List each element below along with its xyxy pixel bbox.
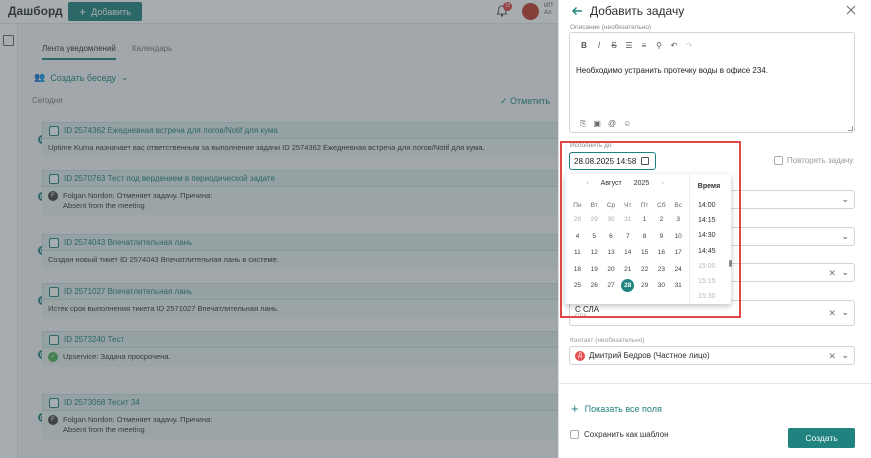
chevron-down-icon: ⌄: [841, 267, 849, 277]
redo-icon[interactable]: ↷: [685, 41, 693, 50]
panel-title: Добавить задачу: [590, 4, 685, 18]
checkbox[interactable]: [774, 156, 783, 165]
show-all-fields-label: Показать все поля: [584, 403, 662, 414]
clear-icon[interactable]: ✕: [828, 351, 836, 362]
chevron-down-icon: ⌄: [841, 231, 849, 241]
description-text[interactable]: Необходимо устранить протечку воды в офи…: [576, 66, 768, 75]
description-editor[interactable]: B I S ☰ ≡ ⚲ ↶ ↷ Необходимо устранить про…: [569, 32, 855, 133]
emoji-icon[interactable]: ☺: [623, 119, 631, 129]
numbered-list-icon[interactable]: ≡: [640, 41, 648, 50]
back-arrow-icon[interactable]: [571, 5, 583, 17]
chevron-down-icon: ⌄: [841, 194, 849, 204]
resize-handle[interactable]: [848, 126, 853, 131]
checkbox[interactable]: [570, 430, 579, 439]
divider: [559, 383, 871, 384]
modal-backdrop[interactable]: [0, 0, 558, 458]
show-all-fields-button[interactable]: + Показать все поля: [571, 401, 662, 416]
mention-icon[interactable]: @: [608, 119, 616, 129]
clear-icon[interactable]: ✕: [828, 308, 836, 319]
contact-avatar: Д: [575, 350, 585, 361]
undo-icon[interactable]: ↶: [670, 41, 678, 50]
contact-value: Дмитрий Бедров (Частное лицо): [589, 351, 710, 360]
link-icon[interactable]: ⚲: [655, 41, 663, 50]
chevron-down-icon: ⌄: [841, 307, 849, 317]
editor-toolbar: B I S ☰ ≡ ⚲ ↶ ↷: [580, 41, 693, 50]
repeat-task-checkbox[interactable]: Повторять задачу: [774, 156, 853, 165]
image-icon[interactable]: ▣: [593, 119, 601, 129]
contact-label: Контакт (необязательно): [570, 337, 645, 344]
editor-footer: ⎘ ▣ @ ☺: [580, 119, 631, 129]
bold-icon[interactable]: B: [580, 41, 588, 50]
plus-icon: +: [571, 401, 579, 416]
italic-icon[interactable]: I: [595, 41, 603, 50]
highlight-box: [560, 141, 741, 318]
strikethrough-icon[interactable]: S: [610, 41, 618, 50]
contact-field[interactable]: Д Дмитрий Бедров (Частное лицо) ✕ ⌄: [569, 346, 855, 365]
create-button[interactable]: Создать: [788, 428, 855, 448]
chevron-down-icon: ⌄: [841, 350, 849, 360]
attachment-icon[interactable]: ⎘: [580, 119, 586, 129]
description-label: Описание (необязательно): [570, 24, 652, 31]
bullet-list-icon[interactable]: ☰: [625, 41, 633, 50]
clear-icon[interactable]: ✕: [828, 268, 836, 279]
repeat-task-label: Повторять задачу: [787, 156, 854, 165]
save-template-label: Сохранить как шаблон: [584, 430, 669, 439]
save-template-checkbox[interactable]: Сохранить как шаблон: [570, 430, 669, 439]
close-icon[interactable]: [845, 4, 857, 16]
